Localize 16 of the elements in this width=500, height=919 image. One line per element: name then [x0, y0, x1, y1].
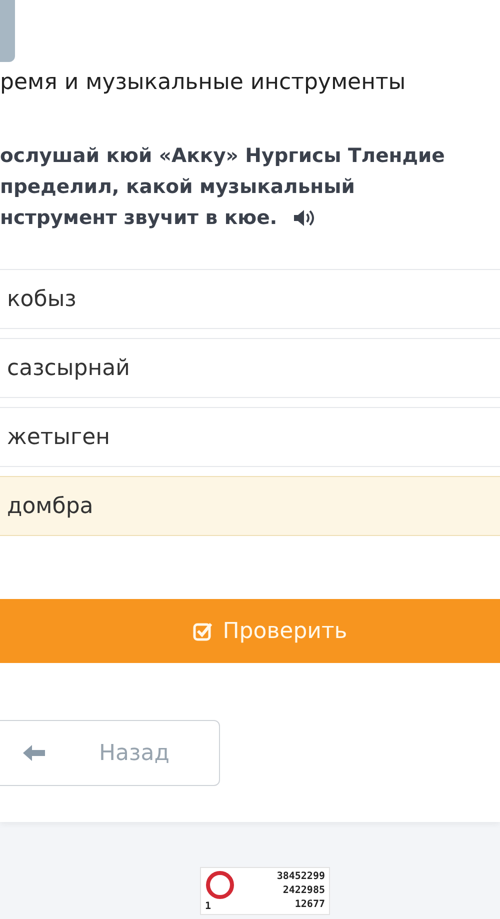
menu-tile[interactable] [0, 0, 15, 62]
ring-icon [205, 870, 235, 900]
visit-counter[interactable]: 1 38452299 2422985 12677 [200, 867, 330, 915]
answer-option[interactable]: сазсырнай [0, 338, 500, 398]
answer-option[interactable]: домбра [0, 476, 500, 536]
counter-number: 38452299 [276, 870, 325, 884]
checkbox-icon [192, 621, 213, 641]
arrow-left-icon [23, 744, 45, 762]
speaker-icon[interactable] [293, 208, 316, 226]
answer-option[interactable]: жетыген [0, 407, 500, 467]
topic-title: ремя и музыкальные инструменты [0, 69, 407, 97]
counter-number: 12677 [294, 898, 325, 912]
counter-number: 1 [205, 901, 212, 912]
answer-option[interactable]: кобыз [0, 269, 500, 329]
question-text: ослушай кюй «Акку» Нургисы Тлендие пределил, какой музыкальный нструмент звучит в кюе. [0, 143, 446, 231]
counter-number: 2422985 [282, 884, 325, 898]
